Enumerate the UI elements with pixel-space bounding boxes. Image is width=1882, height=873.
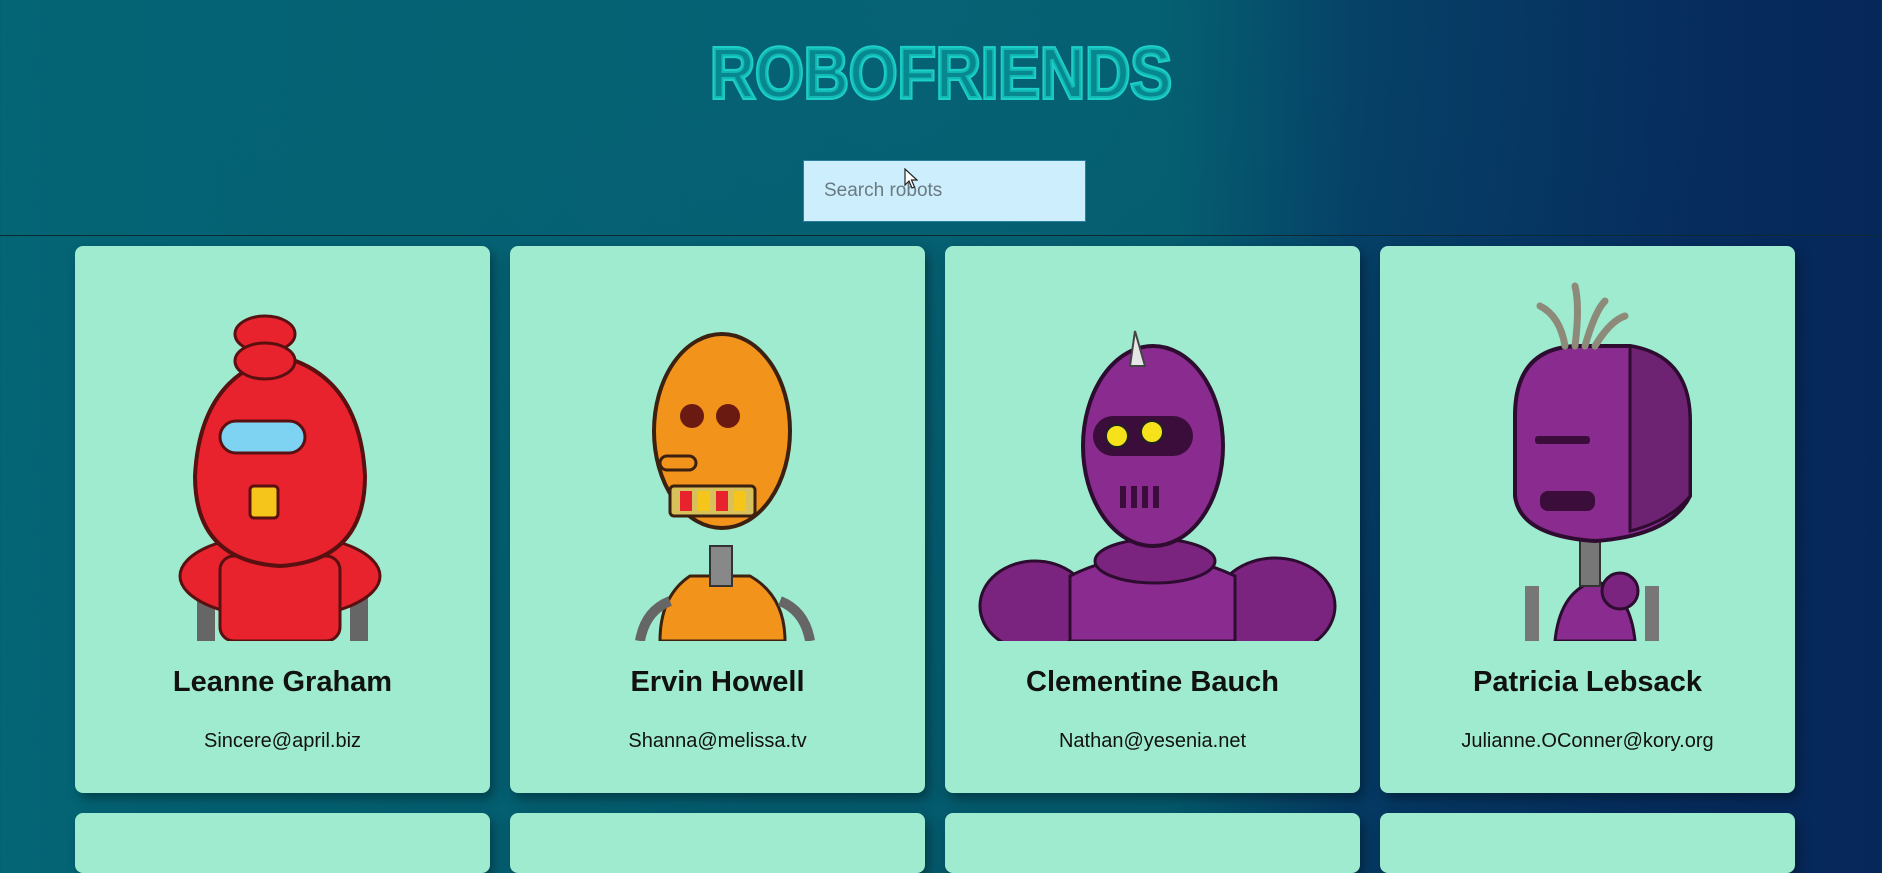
robot-name: Ervin Howell xyxy=(630,666,805,698)
robot-card[interactable] xyxy=(510,813,925,873)
robot-card[interactable] xyxy=(75,813,490,873)
robot-name: Patricia Lebsack xyxy=(1473,666,1702,698)
robot-avatar-icon xyxy=(1513,282,1692,641)
robot-card[interactable]: Leanne Graham Sincere@april.biz xyxy=(75,246,490,793)
robot-avatar-icon xyxy=(178,314,382,641)
robot-email: Sincere@april.biz xyxy=(203,730,362,752)
robot-card[interactable]: Patricia Lebsack Julianne.OConner@kory.o… xyxy=(1380,246,1795,793)
app-logo: ROBOFRIENDS ROBOFRIENDS xyxy=(0,30,1882,111)
mouse-cursor-icon xyxy=(904,168,918,189)
header: ROBOFRIENDS ROBOFRIENDS xyxy=(0,0,1882,236)
robot-card[interactable] xyxy=(1380,813,1795,873)
robot-name: Leanne Graham xyxy=(172,666,393,698)
logo-fill: ROBOFRIENDS xyxy=(710,34,1172,106)
robot-email: Nathan@yesenia.net xyxy=(1058,730,1247,752)
robot-name: Clementine Bauch xyxy=(1026,666,1279,698)
robot-avatar-icon xyxy=(635,332,815,641)
robot-card[interactable]: Ervin Howell Shanna@melissa.tv xyxy=(510,246,925,793)
robot-email: Julianne.OConner@kory.org xyxy=(1461,730,1714,752)
robot-card[interactable]: Clementine Bauch Nathan@yesenia.net xyxy=(945,246,1360,793)
robot-avatar-icon xyxy=(978,330,1337,641)
robot-email: Shanna@melissa.tv xyxy=(628,730,807,752)
search-input[interactable] xyxy=(803,160,1086,222)
logo-graphic: ROBOFRIENDS ROBOFRIENDS xyxy=(708,32,1174,106)
robot-card[interactable] xyxy=(945,813,1360,873)
